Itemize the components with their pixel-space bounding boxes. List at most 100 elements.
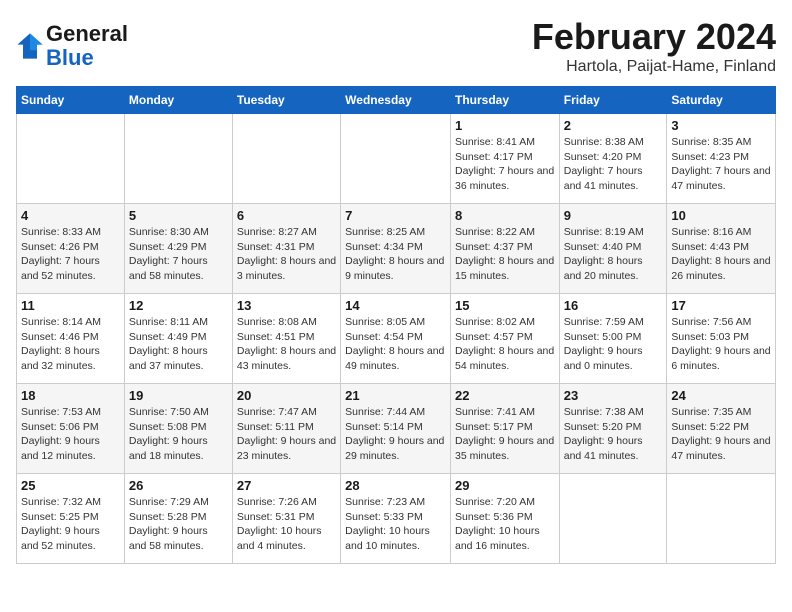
calendar-cell: 17Sunrise: 7:56 AMSunset: 5:03 PMDayligh…	[667, 294, 776, 384]
day-info: Sunrise: 7:38 AMSunset: 5:20 PMDaylight:…	[564, 405, 663, 464]
day-number: 19	[129, 388, 228, 403]
day-info: Sunrise: 7:50 AMSunset: 5:08 PMDaylight:…	[129, 405, 228, 464]
day-number: 20	[237, 388, 336, 403]
calendar-cell: 3 Sunrise: 8:35 AMSunset: 4:23 PMDaylight…	[667, 114, 776, 204]
calendar-cell: 28 Sunrise: 7:23 AMSunset: 5:33 PMDayligh…	[341, 474, 451, 564]
calendar-cell: 23 Sunrise: 7:38 AMSunset: 5:20 PMDayligh…	[559, 384, 667, 474]
day-number: 12	[129, 298, 228, 313]
day-number: 15	[455, 298, 555, 313]
calendar-week-row: 11 Sunrise: 8:14 AMSunset: 4:46 PMDayligh…	[17, 294, 776, 384]
day-info: Sunrise: 8:11 AMSunset: 4:49 PMDaylight:…	[129, 315, 228, 374]
day-info: Sunrise: 7:41 AMSunset: 5:17 PMDaylight:…	[455, 405, 555, 464]
calendar-cell: 5 Sunrise: 8:30 AMSunset: 4:29 PMDaylight…	[124, 204, 232, 294]
weekday-header: Friday	[559, 87, 667, 114]
day-info: Sunrise: 7:23 AMSunset: 5:33 PMDaylight:…	[345, 495, 446, 554]
day-info: Sunrise: 8:14 AMSunset: 4:46 PMDaylight:…	[21, 315, 120, 374]
day-number: 8	[455, 208, 555, 223]
day-number: 6	[237, 208, 336, 223]
calendar-cell: 12 Sunrise: 8:11 AMSunset: 4:49 PMDayligh…	[124, 294, 232, 384]
calendar-cell	[232, 114, 340, 204]
calendar-week-row: 4 Sunrise: 8:33 AMSunset: 4:26 PMDaylight…	[17, 204, 776, 294]
calendar-cell: 15Sunrise: 8:02 AMSunset: 4:57 PMDayligh…	[450, 294, 559, 384]
day-number: 2	[564, 118, 663, 133]
day-info: Sunrise: 7:59 AMSunset: 5:00 PMDaylight:…	[564, 315, 663, 374]
day-number: 5	[129, 208, 228, 223]
day-info: Sunrise: 8:19 AMSunset: 4:40 PMDaylight:…	[564, 225, 663, 284]
day-number: 27	[237, 478, 336, 493]
logo-text: GeneralBlue	[46, 22, 128, 70]
day-number: 26	[129, 478, 228, 493]
calendar-week-row: 18 Sunrise: 7:53 AMSunset: 5:06 PMDayligh…	[17, 384, 776, 474]
day-number: 17	[671, 298, 771, 313]
day-info: Sunrise: 7:53 AMSunset: 5:06 PMDaylight:…	[21, 405, 120, 464]
logo: GeneralBlue	[16, 22, 128, 70]
day-number: 28	[345, 478, 446, 493]
day-info: Sunrise: 7:26 AMSunset: 5:31 PMDaylight:…	[237, 495, 336, 554]
calendar-table: SundayMondayTuesdayWednesdayThursdayFrid…	[16, 86, 776, 564]
calendar-cell: 1Sunrise: 8:41 AMSunset: 4:17 PMDaylight…	[450, 114, 559, 204]
calendar-cell: 10 Sunrise: 8:16 AMSunset: 4:43 PMDayligh…	[667, 204, 776, 294]
calendar-cell: 16 Sunrise: 7:59 AMSunset: 5:00 PMDayligh…	[559, 294, 667, 384]
calendar-cell: 25Sunrise: 7:32 AMSunset: 5:25 PMDayligh…	[17, 474, 125, 564]
day-number: 16	[564, 298, 663, 313]
day-number: 21	[345, 388, 446, 403]
calendar-cell: 7Sunrise: 8:25 AMSunset: 4:34 PMDaylight…	[341, 204, 451, 294]
day-info: Sunrise: 8:08 AMSunset: 4:51 PMDaylight:…	[237, 315, 336, 374]
day-info: Sunrise: 8:30 AMSunset: 4:29 PMDaylight:…	[129, 225, 228, 284]
day-number: 9	[564, 208, 663, 223]
day-number: 4	[21, 208, 120, 223]
day-number: 22	[455, 388, 555, 403]
day-info: Sunrise: 8:05 AMSunset: 4:54 PMDaylight:…	[345, 315, 446, 374]
weekday-header: Tuesday	[232, 87, 340, 114]
calendar-cell: 27 Sunrise: 7:26 AMSunset: 5:31 PMDayligh…	[232, 474, 340, 564]
calendar-cell	[17, 114, 125, 204]
calendar-cell: 24Sunrise: 7:35 AMSunset: 5:22 PMDayligh…	[667, 384, 776, 474]
day-info: Sunrise: 7:20 AMSunset: 5:36 PMDaylight:…	[455, 495, 555, 554]
calendar-cell: 22 Sunrise: 7:41 AMSunset: 5:17 PMDayligh…	[450, 384, 559, 474]
day-number: 10	[671, 208, 771, 223]
day-number: 1	[455, 118, 555, 133]
calendar-week-row: 25Sunrise: 7:32 AMSunset: 5:25 PMDayligh…	[17, 474, 776, 564]
calendar-cell: 6 Sunrise: 8:27 AMSunset: 4:31 PMDaylight…	[232, 204, 340, 294]
day-number: 11	[21, 298, 120, 313]
calendar-cell: 19 Sunrise: 7:50 AMSunset: 5:08 PMDayligh…	[124, 384, 232, 474]
calendar-cell: 29 Sunrise: 7:20 AMSunset: 5:36 PMDayligh…	[450, 474, 559, 564]
day-number: 14	[345, 298, 446, 313]
weekday-header: Thursday	[450, 87, 559, 114]
calendar-cell: 21 Sunrise: 7:44 AMSunset: 5:14 PMDayligh…	[341, 384, 451, 474]
day-info: Sunrise: 8:22 AMSunset: 4:37 PMDaylight:…	[455, 225, 555, 284]
weekday-header: Saturday	[667, 87, 776, 114]
calendar-cell	[559, 474, 667, 564]
calendar-cell	[124, 114, 232, 204]
logo-icon	[16, 32, 44, 60]
calendar-week-row: 1Sunrise: 8:41 AMSunset: 4:17 PMDaylight…	[17, 114, 776, 204]
day-number: 18	[21, 388, 120, 403]
subtitle: Hartola, Paijat-Hame, Finland	[532, 58, 776, 76]
day-number: 24	[671, 388, 771, 403]
main-title: February 2024	[532, 16, 776, 58]
weekday-header: Sunday	[17, 87, 125, 114]
day-info: Sunrise: 8:38 AMSunset: 4:20 PMDaylight:…	[564, 135, 663, 194]
day-number: 13	[237, 298, 336, 313]
day-number: 29	[455, 478, 555, 493]
day-info: Sunrise: 8:33 AMSunset: 4:26 PMDaylight:…	[21, 225, 120, 284]
weekday-header: Wednesday	[341, 87, 451, 114]
calendar-cell: 26 Sunrise: 7:29 AMSunset: 5:28 PMDayligh…	[124, 474, 232, 564]
calendar-cell: 18 Sunrise: 7:53 AMSunset: 5:06 PMDayligh…	[17, 384, 125, 474]
calendar-cell	[667, 474, 776, 564]
calendar-cell	[341, 114, 451, 204]
day-info: Sunrise: 8:25 AMSunset: 4:34 PMDaylight:…	[345, 225, 446, 284]
calendar-cell: 4 Sunrise: 8:33 AMSunset: 4:26 PMDaylight…	[17, 204, 125, 294]
weekday-header: Monday	[124, 87, 232, 114]
day-number: 3	[671, 118, 771, 133]
day-number: 25	[21, 478, 120, 493]
day-number: 23	[564, 388, 663, 403]
page-header: GeneralBlue February 2024 Hartola, Paija…	[16, 16, 776, 76]
day-info: Sunrise: 7:47 AMSunset: 5:11 PMDaylight:…	[237, 405, 336, 464]
day-info: Sunrise: 8:27 AMSunset: 4:31 PMDaylight:…	[237, 225, 336, 284]
calendar-cell: 13 Sunrise: 8:08 AMSunset: 4:51 PMDayligh…	[232, 294, 340, 384]
day-info: Sunrise: 8:16 AMSunset: 4:43 PMDaylight:…	[671, 225, 771, 284]
day-info: Sunrise: 8:35 AMSunset: 4:23 PMDaylight:…	[671, 135, 771, 194]
day-info: Sunrise: 7:44 AMSunset: 5:14 PMDaylight:…	[345, 405, 446, 464]
day-info: Sunrise: 7:29 AMSunset: 5:28 PMDaylight:…	[129, 495, 228, 554]
